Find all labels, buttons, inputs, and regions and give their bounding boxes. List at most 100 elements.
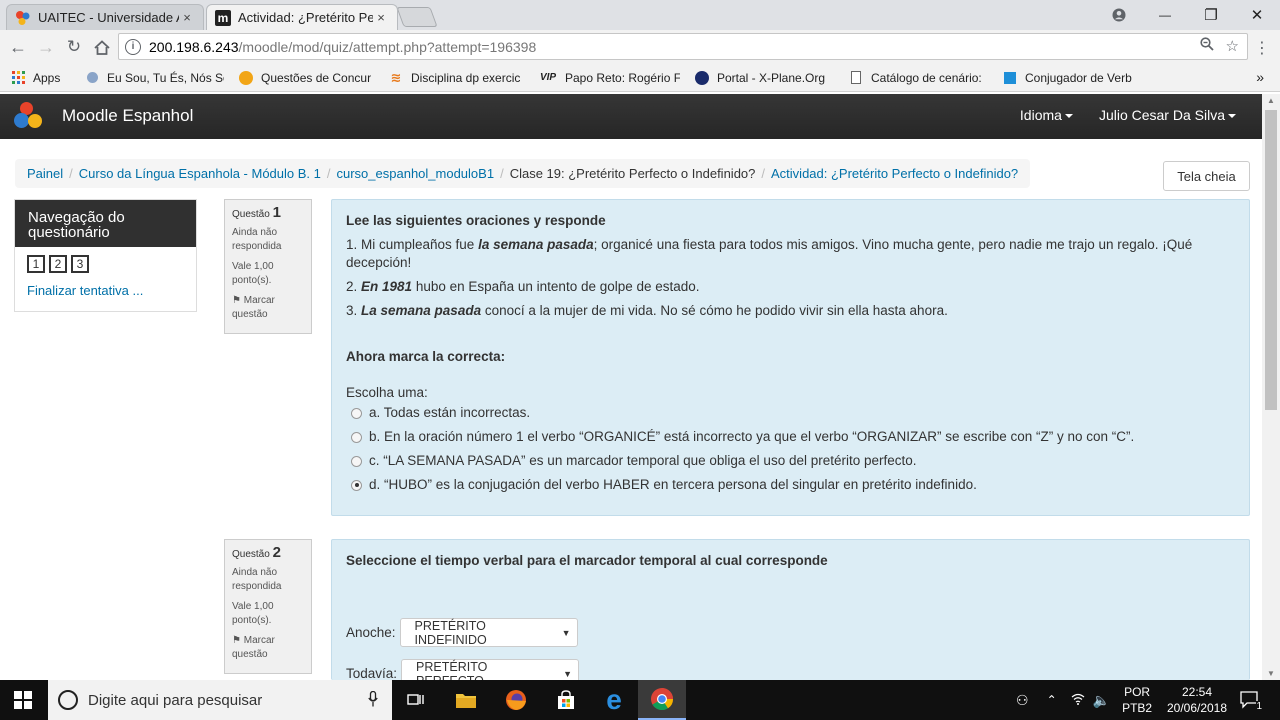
question-grade: Vale 1,00 ponto(s). — [232, 261, 274, 286]
browser-tab-uaitec[interactable]: UAITEC - Universidade Al × — [6, 4, 204, 30]
page-icon — [848, 70, 864, 86]
minimize-button[interactable]: — — [1142, 0, 1188, 30]
flag-icon: ⚑ — [232, 295, 241, 306]
address-bar[interactable]: i 200.198.6.243 /moodle/mod/quiz/attempt… — [118, 33, 1248, 60]
quiz-navigation-block: Navegação do questionário 1 2 3 Finaliza… — [14, 199, 197, 312]
language-menu[interactable]: Idioma — [1020, 107, 1073, 123]
breadcrumb-curso[interactable]: Curso da Língua Espanhola - Módulo B. 1 — [79, 166, 321, 181]
answer-option-d[interactable]: d. “HUBO” es la conjugación del verbo HA… — [351, 476, 1235, 494]
bookmark-catalogo[interactable]: Catálogo de cenário: — [848, 70, 988, 86]
flag-question-toggle[interactable]: ⚑ Marcar questão — [232, 634, 311, 662]
radio-b[interactable] — [351, 431, 362, 443]
bookmark-star-icon[interactable]: ☆ — [1226, 37, 1239, 55]
question-number: 1 — [272, 204, 281, 221]
answer-option-b[interactable]: b. En la oración número 1 el verbo “ORGA… — [351, 428, 1235, 446]
windows-taskbar: Digite aqui para pesquisar e ⚇ ⌃ 🔈 POR P… — [0, 680, 1280, 720]
sentence-1: 1. Mi cumpleaños fue la semana pasada; o… — [346, 237, 1193, 270]
answer-option-c[interactable]: c. “LA SEMANA PASADA” es un marcador tem… — [351, 452, 1235, 470]
taskbar-clock[interactable]: 22:54 20/06/2018 — [1160, 684, 1234, 716]
browser-toolbar: ← → ↻ i 200.198.6.243 /moodle/mod/quiz/a… — [0, 30, 1280, 64]
task-view-icon[interactable] — [404, 688, 428, 712]
quiz-nav-question-2[interactable]: 2 — [49, 255, 67, 273]
radio-c[interactable] — [351, 455, 362, 467]
match-select-anoche[interactable]: PRETÉRITO INDEFINIDO ▼ — [399, 618, 578, 647]
breadcrumb-actividad[interactable]: Actividad: ¿Pretérito Perfecto o Indefin… — [771, 166, 1018, 181]
scroll-up-icon[interactable]: ▲ — [1267, 96, 1275, 105]
moodle-navbar: Moodle Espanhol Idioma Julio Cesar Da Si… — [0, 94, 1262, 139]
volume-icon[interactable]: 🔈 — [1093, 692, 1110, 709]
firefox-icon[interactable] — [504, 688, 528, 712]
breadcrumb-modulo[interactable]: curso_espanhol_moduloB1 — [337, 166, 495, 181]
edge-icon[interactable]: e — [602, 686, 626, 714]
wifi-icon[interactable] — [1071, 693, 1085, 708]
scroll-down-icon[interactable]: ▼ — [1267, 669, 1275, 678]
cortana-icon — [58, 690, 78, 710]
file-explorer-icon[interactable] — [454, 688, 478, 712]
chevron-up-icon[interactable]: ⌃ — [1047, 693, 1057, 707]
breadcrumb-clase: Clase 19: ¿Pretérito Perfecto o Indefini… — [509, 166, 756, 181]
quiz-nav-question-3[interactable]: 3 — [71, 255, 89, 273]
answer-option-a[interactable]: a. Todas están incorrectas. — [351, 404, 1235, 422]
question-state: Ainda não respondida — [232, 227, 282, 252]
forward-icon[interactable]: → — [34, 35, 58, 59]
taskbar-search-box[interactable]: Digite aqui para pesquisar — [48, 680, 392, 720]
reload-icon[interactable]: ↻ — [62, 35, 86, 59]
zoom-icon[interactable] — [1199, 37, 1214, 55]
system-tray: ⚇ ⌃ 🔈 POR PTB2 — [1016, 680, 1152, 720]
back-icon[interactable]: ← — [6, 35, 30, 59]
tab-title: UAITEC - Universidade Al — [38, 10, 179, 25]
bookmark-papo-reto[interactable]: VIP Papo Reto: Rogério F — [538, 70, 680, 86]
windows-start-icon[interactable] — [14, 691, 32, 709]
bookmark-favicon-icon: ≋ — [390, 69, 402, 85]
bookmark-conjugador[interactable]: Conjugador de Verb — [1002, 70, 1138, 86]
fullscreen-button[interactable]: Tela cheia — [1163, 161, 1250, 191]
profile-icon[interactable] — [1096, 0, 1142, 30]
tab-title: Actividad: ¿Pretérito Perfe — [238, 10, 373, 25]
question-content-1: Lee las siguientes oraciones y responde … — [331, 199, 1250, 516]
notification-center-icon[interactable]: 1 — [1238, 688, 1262, 712]
site-brand[interactable]: Moodle Espanhol — [14, 102, 193, 130]
more-bookmarks-icon[interactable]: » — [1256, 69, 1264, 85]
bookmarks-bar: Apps Eu Sou, Tu És, Nós So Questões de C… — [0, 64, 1280, 92]
new-tab-button[interactable] — [396, 7, 438, 27]
bookmark-questoes[interactable]: Questões de Concur — [238, 70, 374, 86]
question-content-2: Seleccione el tiempo verbal para el marc… — [331, 539, 1250, 688]
browser-tab-actividad[interactable]: m Actividad: ¿Pretérito Perfe × — [206, 4, 398, 30]
question-title: Seleccione el tiempo verbal para el marc… — [346, 553, 828, 568]
question-number: 2 — [272, 544, 281, 561]
chrome-menu-icon[interactable]: ⋮ — [1254, 38, 1270, 58]
site-info-icon[interactable]: i — [125, 38, 141, 55]
finish-attempt-link[interactable]: Finalizar tentativa ... — [15, 273, 196, 298]
tab-close-icon[interactable]: × — [373, 10, 389, 25]
bookmark-favicon-icon — [694, 70, 710, 86]
browser-tabstrip: UAITEC - Universidade Al × m Actividad: … — [0, 0, 1280, 30]
bookmark-apps[interactable]: Apps — [10, 70, 70, 86]
bookmark-favicon-icon — [238, 70, 254, 86]
url-path: /moodle/mod/quiz/attempt.php?attempt=196… — [238, 38, 537, 55]
tab-close-icon[interactable]: × — [179, 10, 195, 25]
page-scrollbar[interactable]: ▲ ▼ — [1262, 94, 1280, 680]
match-label: Anoche: — [346, 625, 396, 640]
radio-d[interactable] — [351, 479, 362, 491]
bookmark-xplane[interactable]: Portal - X-Plane.Org — [694, 70, 834, 86]
close-window-button[interactable]: ✕ — [1234, 0, 1280, 30]
choose-label: Escolha uma: — [346, 385, 428, 400]
radio-a[interactable] — [351, 407, 362, 419]
question-info-1: Questão 1 Ainda não respondida Vale 1,00… — [224, 199, 312, 334]
bookmark-eu-sou[interactable]: Eu Sou, Tu És, Nós So — [84, 70, 224, 86]
bookmark-disciplina[interactable]: ≋ Disciplina dp exercic — [388, 70, 524, 86]
breadcrumb-painel[interactable]: Painel — [27, 166, 63, 181]
scrollbar-thumb[interactable] — [1265, 110, 1277, 410]
store-icon[interactable] — [554, 688, 578, 712]
match-row-anoche: Anoche: PRETÉRITO INDEFINIDO ▼ — [346, 618, 578, 647]
home-icon[interactable] — [90, 35, 114, 59]
bookmark-favicon-icon — [84, 70, 100, 86]
maximize-button[interactable]: ❐ — [1188, 0, 1234, 30]
quiz-nav-question-1[interactable]: 1 — [27, 255, 45, 273]
chrome-taskbar-icon[interactable] — [638, 680, 686, 720]
user-menu[interactable]: Julio Cesar Da Silva — [1099, 107, 1236, 123]
input-language[interactable]: POR PTB2 — [1122, 684, 1152, 716]
flag-question-toggle[interactable]: ⚑ Marcar questão — [232, 294, 311, 322]
people-icon[interactable]: ⚇ — [1016, 692, 1029, 709]
microphone-icon[interactable] — [368, 690, 378, 711]
